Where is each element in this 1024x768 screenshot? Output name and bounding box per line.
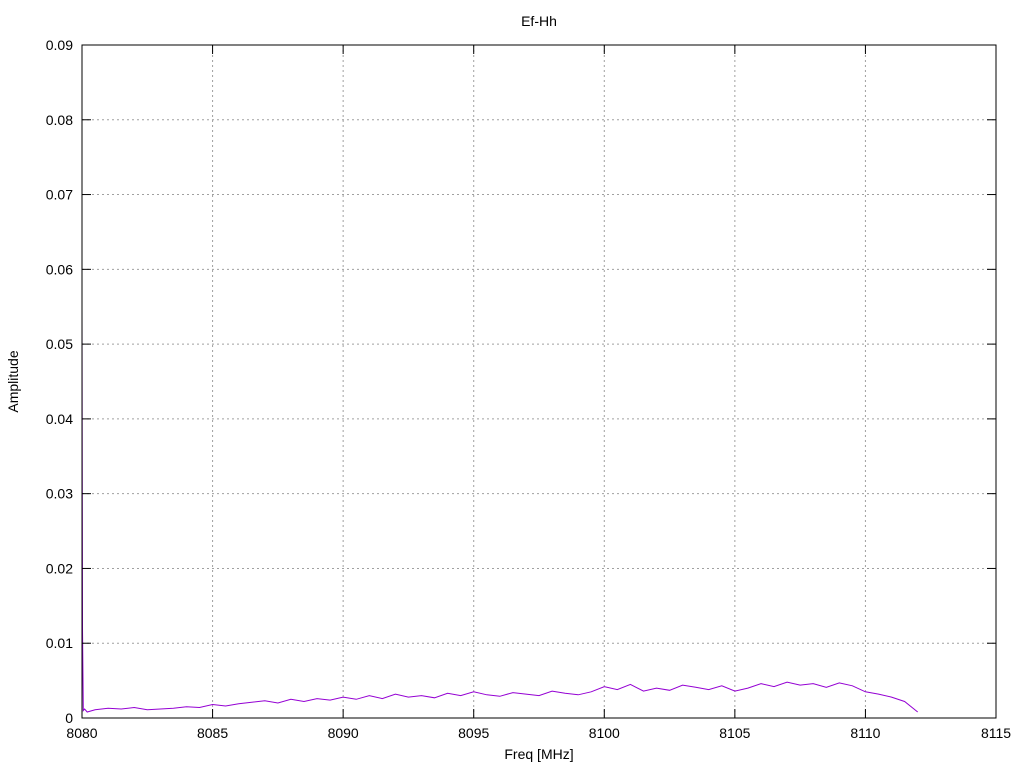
x-tick-label: 8110 [850,725,880,741]
x-tick-label: 8105 [719,725,750,741]
x-tick-label: 8115 [981,725,1011,741]
x-tick-label: 8080 [66,725,97,741]
series-line [81,310,919,713]
y-tick-label: 0.09 [46,37,73,53]
x-tick-label: 8100 [589,725,620,741]
x-tick-label: 8095 [458,725,489,741]
x-axis-label: Freq [MHz] [504,746,573,762]
y-tick-label: 0.02 [46,560,73,576]
x-tick-label: 8090 [328,725,359,741]
y-tick-label: 0.06 [46,261,73,277]
plot-frame [81,44,997,719]
chart-title: Ef-Hh [521,13,557,29]
y-axis-label: Amplitude [5,350,21,412]
y-tick-label: 0.08 [46,112,73,128]
y-tick-label: 0.01 [46,635,73,651]
y-tick-label: 0.03 [46,486,73,502]
y-tick-label: 0 [65,710,73,726]
y-tick-label: 0.07 [46,187,73,203]
x-tick-label: 8085 [197,725,228,741]
y-tick-label: 0.05 [46,336,73,352]
series-layer [81,310,919,713]
y-tick-label: 0.04 [46,411,73,427]
tick-layer: 0 0.01 0.02 0.03 0.04 0.05 0.06 0.07 0.08 0.09 808… [46,37,1012,741]
chart: 0 0.01 0.02 0.03 0.04 0.05 0.06 0.07 0.08 0.09 808… [5,13,1012,762]
grid-layer [82,45,996,718]
